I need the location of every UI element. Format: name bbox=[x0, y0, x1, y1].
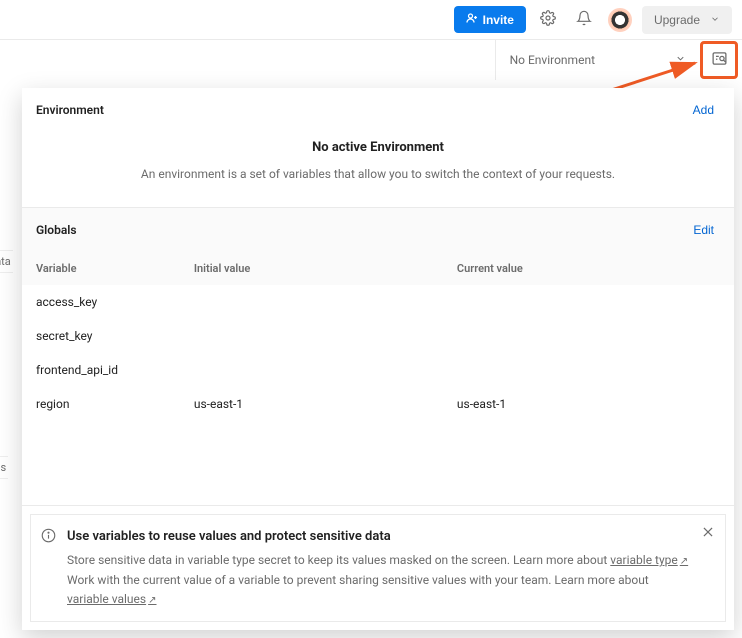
cell-current bbox=[457, 329, 720, 343]
tip-title: Use variables to reuse values and protec… bbox=[67, 527, 689, 548]
variable-type-link[interactable]: variable type↗ bbox=[610, 553, 688, 567]
environment-selector[interactable]: No Environment bbox=[495, 40, 700, 80]
invite-person-icon bbox=[466, 12, 478, 27]
environment-section-header: Environment Add bbox=[22, 88, 734, 132]
variable-values-link[interactable]: variable values↗ bbox=[67, 592, 157, 606]
close-icon bbox=[701, 528, 715, 542]
cell-variable: region bbox=[36, 397, 194, 411]
globals-header: Globals Edit bbox=[22, 208, 734, 252]
table-row: access_key bbox=[22, 285, 734, 319]
cell-initial: us-east-1 bbox=[194, 397, 457, 411]
tip-line-1: Store sensitive data in variable type se… bbox=[67, 551, 689, 570]
environment-heading: Environment bbox=[36, 103, 104, 117]
globals-heading: Globals bbox=[36, 223, 77, 237]
quicklook-icon bbox=[711, 50, 728, 70]
cell-current bbox=[457, 363, 720, 377]
cell-initial bbox=[194, 329, 457, 343]
cell-initial bbox=[194, 363, 457, 377]
cell-initial bbox=[194, 295, 457, 309]
add-environment-button[interactable]: Add bbox=[687, 102, 720, 118]
chevron-down-icon bbox=[675, 53, 686, 67]
no-environment-title: No active Environment bbox=[82, 140, 674, 155]
col-variable: Variable bbox=[36, 262, 194, 275]
tip-line-2: Work with the current value of a variabl… bbox=[67, 571, 689, 609]
invite-label: Invite bbox=[483, 13, 514, 27]
environment-selector-row: No Environment bbox=[0, 40, 742, 80]
col-initial: Initial value bbox=[194, 262, 457, 275]
cell-variable: access_key bbox=[36, 295, 194, 309]
settings-button[interactable] bbox=[534, 6, 562, 34]
external-link-icon: ↗ bbox=[148, 595, 156, 606]
environment-quicklook-button[interactable] bbox=[700, 41, 738, 79]
environment-quicklook-panel: Environment Add No active Environment An… bbox=[22, 88, 734, 630]
top-bar: Invite Upgrade bbox=[0, 0, 742, 40]
gutter-text-ess: ess bbox=[0, 456, 8, 479]
environment-selected-label: No Environment bbox=[510, 53, 595, 67]
close-tip-button[interactable] bbox=[701, 525, 715, 545]
upgrade-label: Upgrade bbox=[654, 13, 700, 27]
globals-table-body: access_key secret_key frontend_api_id re… bbox=[22, 285, 734, 505]
chevron-down-icon bbox=[710, 13, 720, 27]
external-link-icon: ↗ bbox=[680, 556, 688, 567]
upgrade-button[interactable]: Upgrade bbox=[642, 6, 732, 34]
gear-icon bbox=[540, 10, 556, 29]
col-current: Current value bbox=[457, 262, 720, 275]
cell-variable: secret_key bbox=[36, 329, 194, 343]
globals-section: Globals Edit Variable Initial value Curr… bbox=[22, 207, 734, 506]
cell-variable: frontend_api_id bbox=[36, 363, 194, 377]
cell-current bbox=[457, 295, 720, 309]
info-icon bbox=[41, 528, 56, 549]
table-row: region us-east-1 us-east-1 bbox=[22, 387, 734, 421]
avatar-icon bbox=[608, 8, 632, 32]
cell-current: us-east-1 bbox=[457, 397, 720, 411]
table-row: frontend_api_id bbox=[22, 353, 734, 387]
notifications-button[interactable] bbox=[570, 6, 598, 34]
edit-globals-button[interactable]: Edit bbox=[687, 222, 720, 238]
no-environment-message: No active Environment An environment is … bbox=[22, 132, 734, 207]
bell-icon bbox=[576, 10, 592, 29]
variables-tip: Use variables to reuse values and protec… bbox=[30, 514, 726, 622]
table-row: secret_key bbox=[22, 319, 734, 353]
globals-table-header: Variable Initial value Current value bbox=[22, 252, 734, 285]
invite-button[interactable]: Invite bbox=[454, 6, 526, 33]
gutter-text-data: data bbox=[0, 250, 13, 273]
no-environment-body: An environment is a set of variables tha… bbox=[82, 165, 674, 183]
account-avatar[interactable] bbox=[606, 6, 634, 34]
